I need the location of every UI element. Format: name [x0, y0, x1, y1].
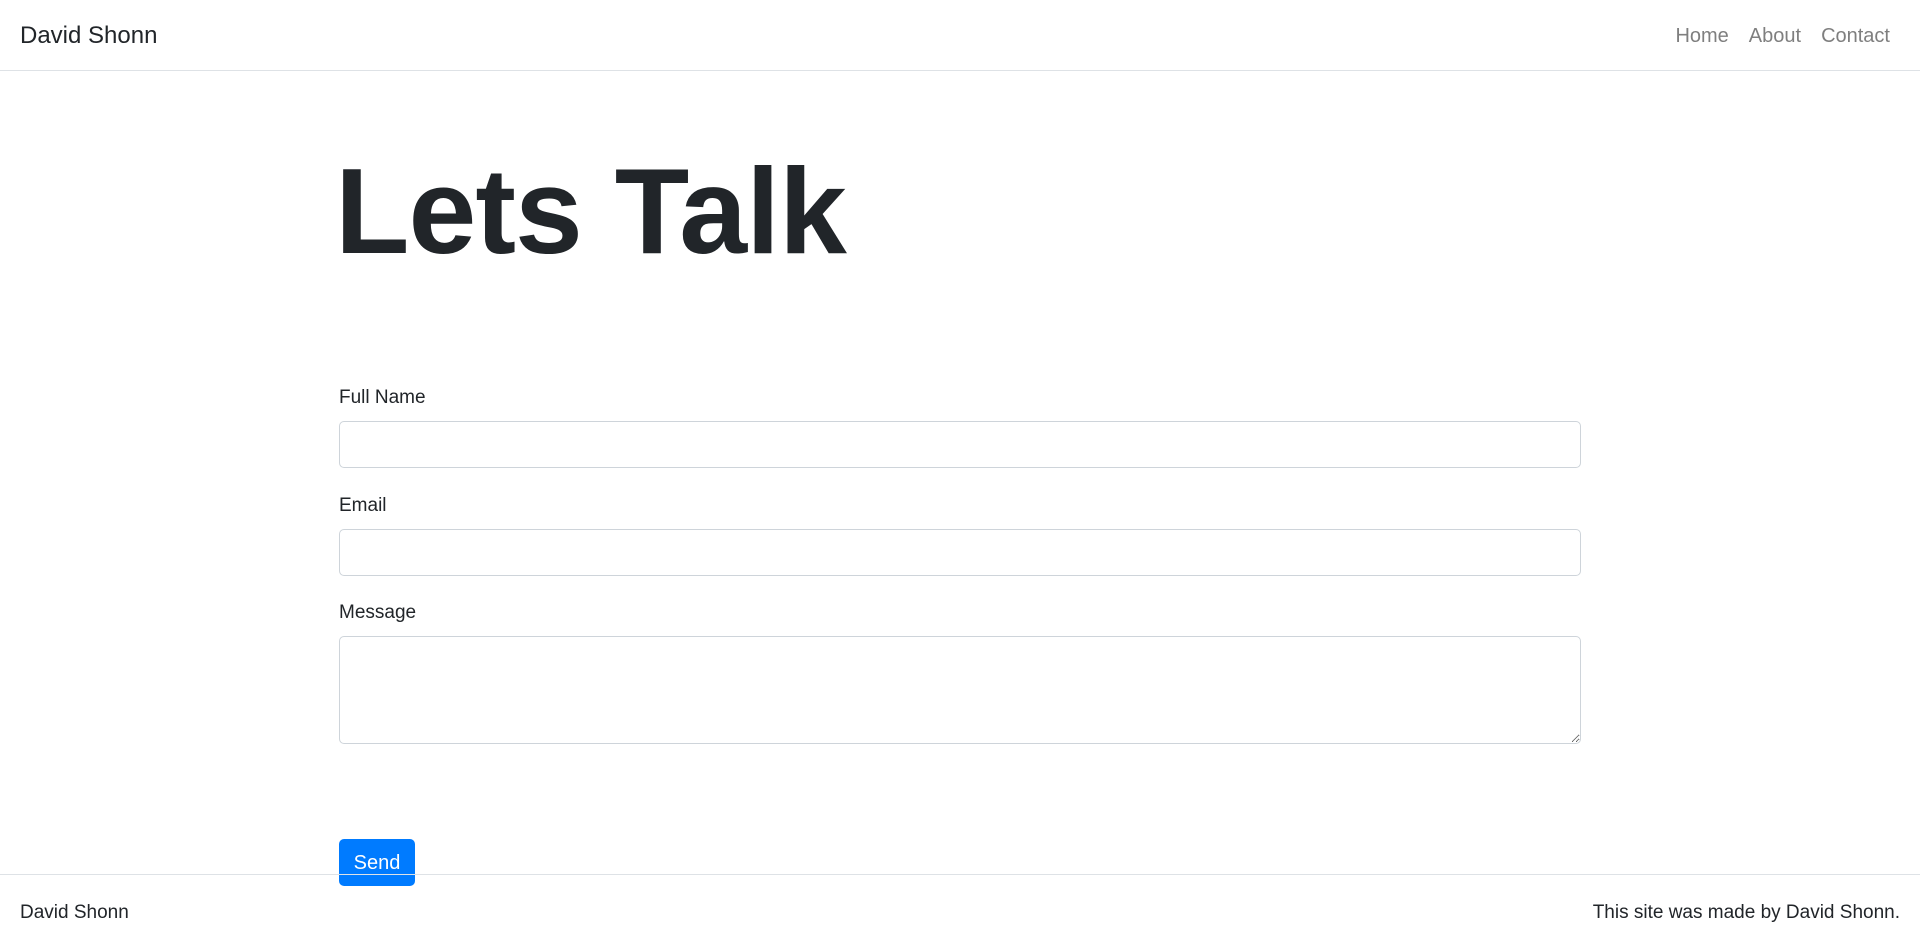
full-name-label: Full Name	[339, 387, 426, 408]
footer-credit: This site was made by David Shonn.	[1592, 902, 1900, 923]
nav-link-home[interactable]: Home	[1675, 24, 1728, 48]
email-group: Email	[339, 494, 1581, 576]
message-group: Message	[339, 601, 1581, 744]
message-textarea[interactable]	[339, 636, 1581, 744]
email-label: Email	[339, 495, 387, 516]
message-label: Message	[339, 602, 417, 623]
nav-link-about[interactable]: About	[1749, 24, 1801, 48]
full-name-group: Full Name	[339, 386, 1581, 468]
email-input[interactable]	[339, 529, 1581, 576]
footer-name: David Shonn	[20, 902, 129, 923]
navbar: David Shonn Home About Contact	[0, 0, 1920, 71]
nav-link-contact[interactable]: Contact	[1821, 24, 1890, 48]
page-title: Lets Talk	[335, 143, 847, 279]
footer: David Shonn This site was made by David …	[0, 874, 1920, 947]
brand-link[interactable]: David Shonn	[20, 22, 157, 50]
full-name-input[interactable]	[339, 421, 1581, 468]
nav-links: Home About Contact	[1675, 24, 1890, 48]
